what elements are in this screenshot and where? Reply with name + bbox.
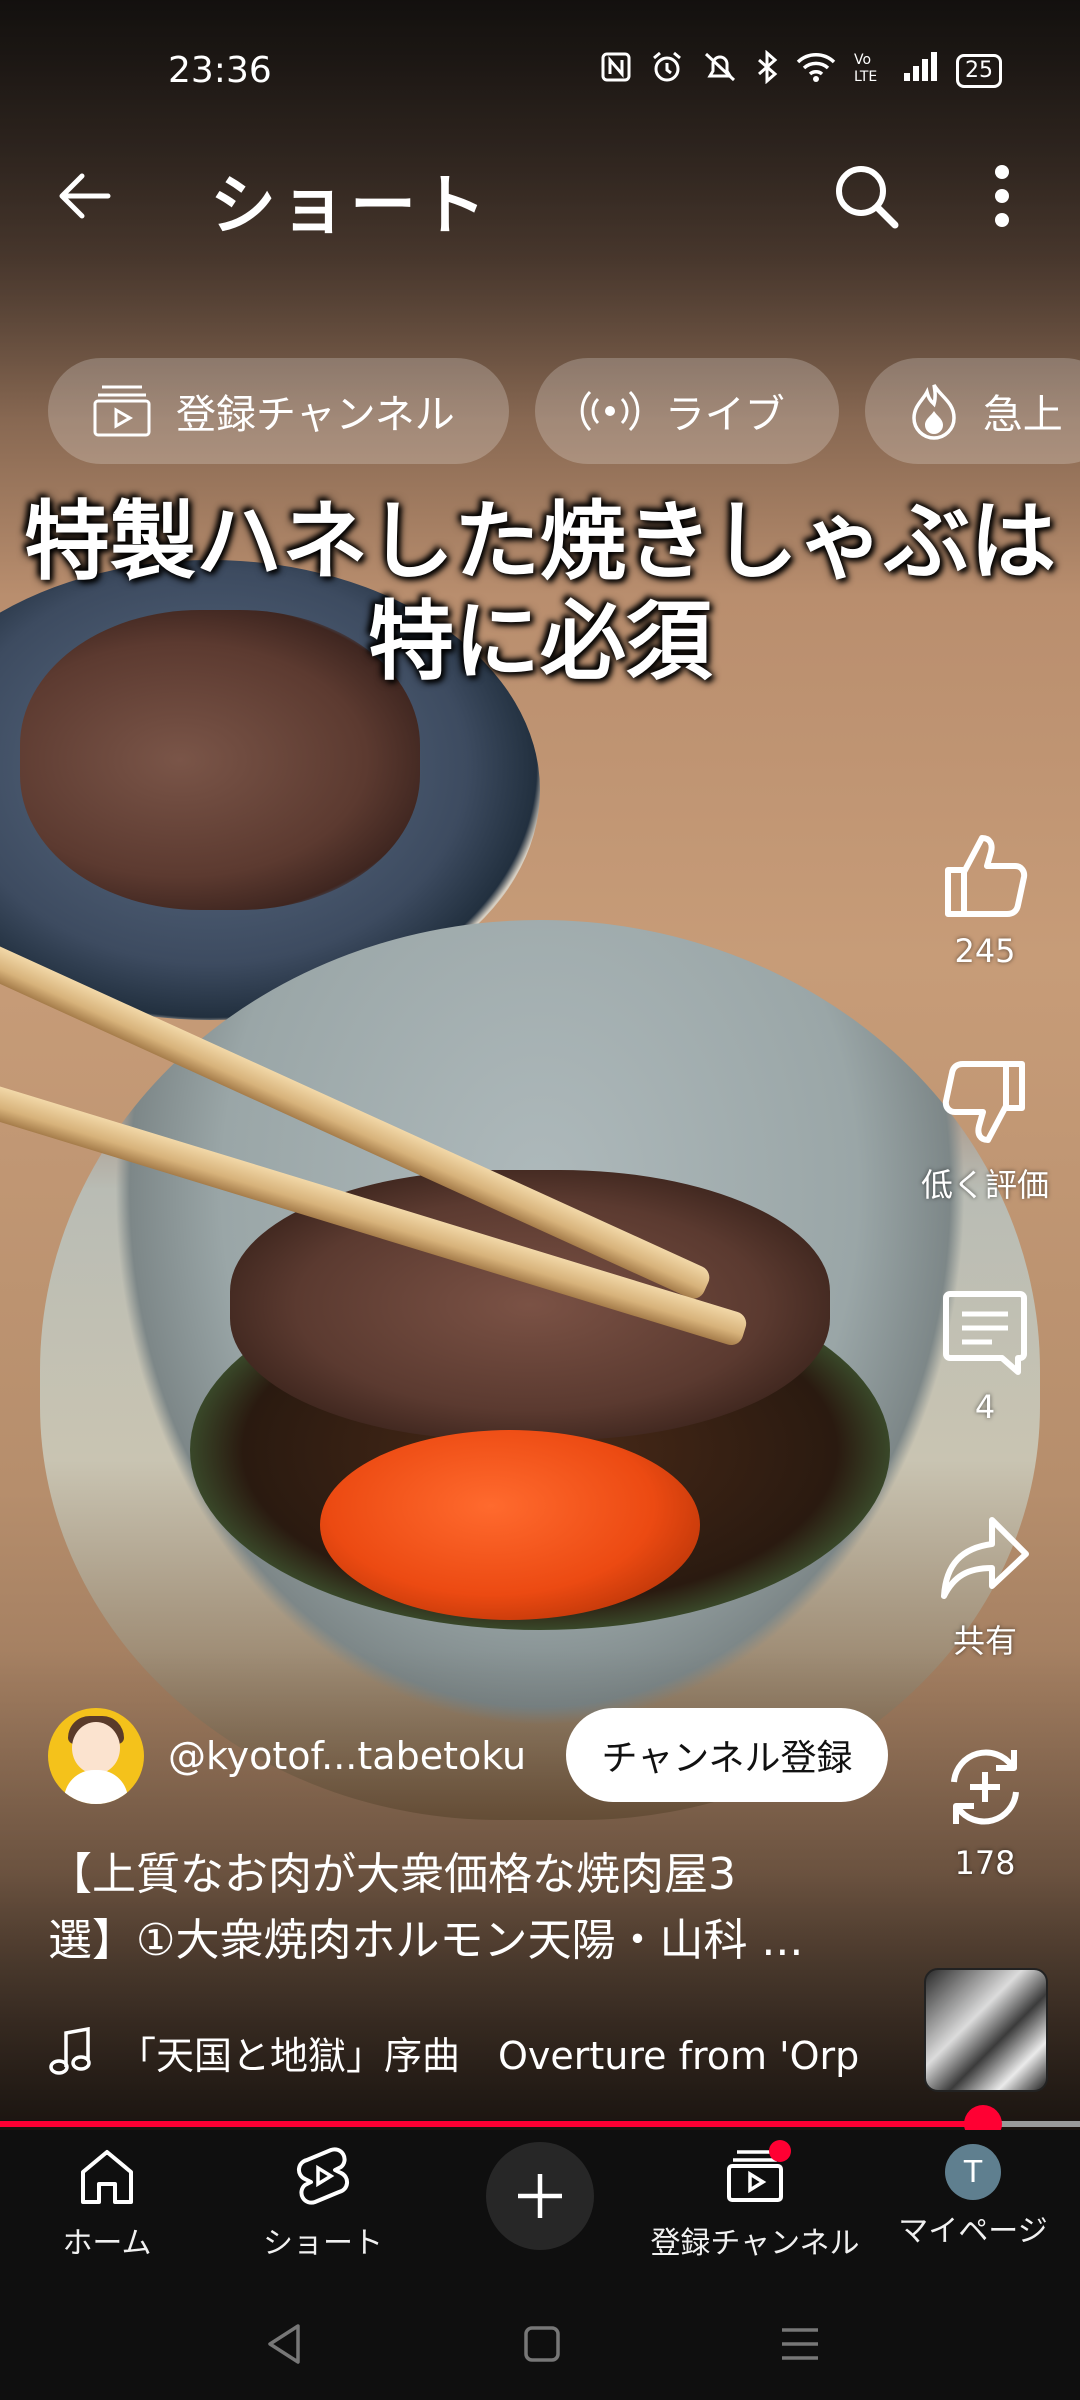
video-caption: 特製ハネした焼きしゃぶは 特に必須: [0, 492, 1080, 692]
account-avatar: T: [945, 2144, 1001, 2200]
channel-avatar[interactable]: [48, 1708, 144, 1804]
avatar-face: [72, 1722, 120, 1774]
svg-text:LTE: LTE: [854, 69, 877, 84]
bottom-nav: ホーム ショート 登録チャンネル T マイページ: [0, 2130, 1080, 2290]
share-label: 共有: [952, 1622, 1017, 1660]
menu-lines-icon: [782, 2328, 818, 2360]
music-thumbnail[interactable]: [924, 1968, 1048, 2092]
create-button[interactable]: [486, 2142, 594, 2250]
progress-bar[interactable]: [0, 2105, 1080, 2143]
dislike-label: 低く評価: [920, 1166, 1049, 1204]
remix-icon: [951, 1749, 1019, 1825]
nav-my-page[interactable]: T マイページ: [868, 2144, 1078, 2250]
share-icon: [941, 1517, 1029, 1599]
music-row[interactable]: 「天国と地獄」序曲 Overture from 'Orp: [48, 2020, 888, 2084]
search-button[interactable]: [824, 154, 908, 238]
nav-my-page-label: マイページ: [898, 2214, 1048, 2249]
nav-shorts-label: ショート: [263, 2226, 383, 2261]
chip-label: ライブ: [664, 392, 785, 438]
thumbs-down-icon: [942, 1061, 1025, 1143]
egg-yolk-shape: [320, 1430, 700, 1620]
page-title: ショート: [210, 167, 490, 244]
status-time: 23:36: [168, 50, 272, 91]
filter-chips: 登録チャンネル ライブ 急上: [48, 358, 1080, 464]
trending-icon: [912, 384, 956, 440]
nav-subscriptions[interactable]: 登録チャンネル: [650, 2140, 860, 2262]
square-home-icon: [524, 2326, 560, 2362]
status-bar: 23:36 Vo LTE 25: [0, 40, 1080, 104]
more-button[interactable]: [970, 154, 1034, 238]
system-recents-button[interactable]: [760, 2312, 840, 2376]
music-title: 「天国と地獄」序曲 Overture from 'Orp: [118, 2033, 860, 2078]
comment-icon: [943, 1291, 1027, 1375]
description-line-2: 選】①大衆焼肉ホルモン天陽・山科 ...: [48, 1915, 804, 1966]
shorts-icon: [296, 2147, 350, 2205]
video-description[interactable]: 【上質なお肉が大衆価格な焼肉屋3 選】①大衆焼肉ホルモン天陽・山科 ...: [48, 1842, 888, 1974]
channel-handle[interactable]: @kyotof...tabetoku: [168, 1734, 526, 1778]
like-button[interactable]: 245: [900, 830, 1070, 970]
channel-row[interactable]: @kyotof...tabetoku: [48, 1708, 526, 1804]
share-button[interactable]: 共有: [900, 1514, 1070, 1662]
home-icon: [81, 2150, 133, 2204]
chip-trending[interactable]: 急上: [864, 358, 1080, 464]
svg-text:Vo: Vo: [854, 52, 871, 68]
signal-icon: [902, 51, 938, 91]
chip-label: 登録チャンネル: [176, 392, 455, 438]
description-line-1: 【上質なお肉が大衆価格な焼肉屋3: [48, 1849, 736, 1900]
chip-subscriptions[interactable]: 登録チャンネル: [48, 358, 509, 464]
remix-button[interactable]: 178: [900, 1742, 1070, 1882]
live-icon: [580, 390, 640, 432]
top-bar: ショート: [0, 140, 1080, 250]
search-icon: [836, 166, 899, 229]
back-arrow-icon: [59, 173, 111, 219]
plus-icon: [518, 2174, 562, 2218]
system-nav-bar: [0, 2290, 1080, 2400]
nav-home-label: ホーム: [62, 2226, 152, 2261]
triangle-back-icon: [268, 2324, 300, 2364]
subscribe-button[interactable]: チャンネル登録: [566, 1708, 888, 1802]
chip-label: 急上: [982, 392, 1063, 438]
comment-button[interactable]: 4: [900, 1286, 1070, 1426]
mute-icon: [702, 50, 738, 92]
progress-fill: [0, 2121, 983, 2127]
system-home-button[interactable]: [502, 2312, 582, 2376]
alarm-icon: [650, 50, 684, 92]
nfc-icon: [600, 51, 632, 91]
nav-home[interactable]: ホーム: [2, 2144, 212, 2262]
bluetooth-icon: [756, 49, 778, 92]
caption-line-1: 特製ハネした焼きしゃぶは: [24, 492, 1056, 592]
wifi-icon: [796, 51, 836, 91]
like-count: 245: [954, 932, 1016, 970]
comment-count: 4: [974, 1388, 996, 1426]
notification-dot: [769, 2140, 791, 2162]
battery-icon: 25: [956, 54, 1002, 88]
status-icons: Vo LTE 25: [600, 49, 1002, 92]
chip-live[interactable]: ライブ: [534, 358, 839, 464]
more-vert-icon: [995, 165, 1009, 227]
thumbs-up-icon: [945, 835, 1028, 917]
volte-icon: Vo LTE: [854, 50, 884, 92]
system-back-button[interactable]: [244, 2312, 324, 2376]
subscriptions-icon: [93, 385, 151, 437]
nav-subscriptions-label: 登録チャンネル: [650, 2226, 860, 2261]
back-button[interactable]: [44, 156, 124, 236]
nav-shorts[interactable]: ショート: [218, 2144, 428, 2262]
avatar-body: [64, 1770, 128, 1804]
caption-line-2: 特に必須: [368, 592, 712, 692]
music-note-icon: [49, 2027, 91, 2075]
dislike-button[interactable]: 低く評価: [900, 1058, 1070, 1206]
remix-count: 178: [954, 1844, 1016, 1882]
